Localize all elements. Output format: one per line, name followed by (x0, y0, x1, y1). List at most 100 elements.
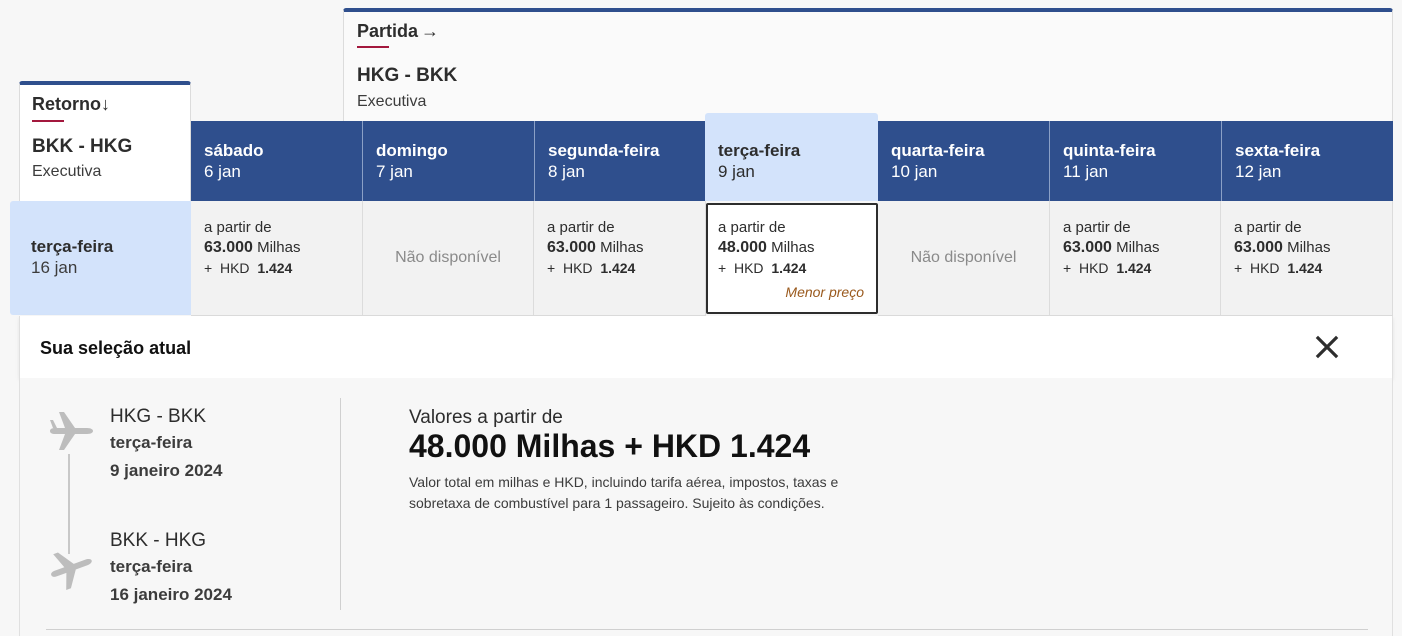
fare-cash-value: 1.424 (771, 260, 807, 276)
outbound-leg-date: 9 janeiro 2024 (110, 461, 223, 480)
date-header-date: 11 jan (1063, 162, 1109, 181)
fare-cash: + HKD 1.424 (1234, 260, 1392, 276)
date-header-thu[interactable]: quinta-feira 11 jan (1049, 121, 1221, 201)
fare-miles-value: 63.000 (1063, 239, 1112, 256)
fare-miles-value: 63.000 (547, 239, 596, 256)
date-header-date: 10 jan (891, 162, 938, 181)
date-header-mon[interactable]: segunda-feira 8 jan (534, 121, 706, 201)
return-leg-day: terça-feira (110, 557, 193, 576)
fare-currency: HKD (1078, 260, 1109, 276)
outbound-panel: Partida → HKG - BKK Executiva (343, 8, 1393, 122)
fare-cash-value: 1.424 (1116, 260, 1152, 276)
fare-miles: 48.000 Milhas (718, 239, 876, 257)
fare-from-label: a partir de (1063, 219, 1131, 236)
fare-plus: + (1234, 260, 1243, 276)
price-from-label: Valores a partir de (409, 407, 563, 428)
fare-cash: + HKD 1.424 (547, 260, 705, 276)
return-cabin: Executiva (32, 163, 102, 180)
date-header-wed[interactable]: quarta-feira 10 jan (878, 121, 1050, 201)
fare-miles-value: 48.000 (718, 239, 767, 256)
return-label: Retorno↓ (32, 94, 110, 115)
date-header-day: sexta-feira (1235, 141, 1321, 160)
current-selection-bar: Sua seleção atual (19, 316, 1393, 378)
fare-cash: + HKD 1.424 (1063, 260, 1220, 276)
row-head-day: terça-feira (31, 237, 114, 256)
current-selection-title: Sua seleção atual (40, 338, 192, 358)
return-label-underline (32, 120, 64, 122)
return-panel: Retorno↓ BKK - HKG Executiva (19, 81, 191, 201)
itinerary-timeline (68, 454, 70, 554)
fare-from-label: a partir de (547, 219, 615, 236)
outbound-route: HKG - BKK (357, 65, 458, 86)
date-header-day: quinta-feira (1063, 141, 1156, 160)
fare-unavailable-label: Não disponível (910, 249, 1017, 266)
fare-cash: + HKD 1.424 (204, 260, 362, 276)
fare-miles-unit: Milhas (771, 239, 815, 256)
fare-currency: HKD (733, 260, 764, 276)
date-header-sun[interactable]: domingo 7 jan (362, 121, 534, 201)
date-header-day: terça-feira (718, 141, 801, 160)
close-icon (1315, 335, 1339, 359)
current-selection-details: HKG - BKK terça-feira 9 janeiro 2024 BKK… (19, 378, 1393, 636)
fare-cash-value: 1.424 (257, 260, 293, 276)
date-header-day: sábado (204, 141, 264, 160)
fare-from-label: a partir de (204, 219, 272, 236)
row-head-date: 16 jan (31, 258, 78, 277)
date-header-date: 9 jan (718, 162, 755, 181)
bottom-divider (46, 629, 1368, 630)
date-header-day: segunda-feira (548, 141, 660, 160)
price-note: Valor total em milhas e HKD, incluindo t… (409, 474, 839, 511)
return-leg-date: 16 janeiro 2024 (110, 585, 232, 604)
date-header-tue-selected[interactable]: terça-feira 9 jan (705, 113, 878, 201)
fare-plus: + (1063, 260, 1072, 276)
outbound-label-text: Partida (357, 21, 419, 41)
outbound-cabin: Executiva (357, 93, 427, 110)
lowest-price-label: Menor preço (785, 284, 864, 300)
fare-cash: + HKD 1.424 (718, 260, 876, 276)
return-date-row-head: terça-feira 16 jan (10, 201, 191, 315)
fare-miles-value: 63.000 (204, 239, 253, 256)
fare-from-label: a partir de (1234, 219, 1302, 236)
date-header-day: domingo (376, 141, 448, 160)
airplane-takeoff-icon (47, 407, 95, 455)
return-label-text: Retorno (32, 94, 101, 114)
fare-cell[interactable]: a partir de 63.000 Milhas + HKD 1.424 (534, 201, 706, 316)
close-button[interactable] (1314, 334, 1340, 360)
price-total: 48.000 Milhas + HKD 1.424 (409, 428, 811, 464)
outbound-leg-day: terça-feira (110, 433, 193, 452)
return-route: BKK - HKG (32, 136, 133, 157)
details-divider (340, 398, 341, 610)
fare-cell[interactable]: a partir de 63.000 Milhas + HKD 1.424 (1050, 201, 1221, 316)
fare-cell[interactable]: a partir de 63.000 Milhas + HKD 1.424 (191, 201, 363, 316)
arrow-right-icon: → (421, 21, 440, 41)
outbound-leg-route: HKG - BKK (110, 406, 207, 427)
date-header-date: 7 jan (376, 162, 413, 181)
airplane-landing-icon (47, 544, 95, 592)
fare-miles-unit: Milhas (257, 239, 301, 256)
fare-currency: HKD (562, 260, 593, 276)
fare-miles: 63.000 Milhas (547, 239, 705, 257)
outbound-label: Partida → (357, 21, 439, 42)
date-header-date: 12 jan (1235, 162, 1282, 181)
fare-plus: + (718, 260, 727, 276)
fare-miles: 63.000 Milhas (1063, 239, 1220, 257)
date-header-sat[interactable]: sábado 6 jan (191, 121, 363, 201)
date-header-date: 8 jan (548, 162, 585, 181)
date-header-fri[interactable]: sexta-feira 12 jan (1221, 121, 1393, 201)
fare-miles-value: 63.000 (1234, 239, 1283, 256)
fare-cell-unavailable: Não disponível (363, 201, 534, 316)
fare-miles: 63.000 Milhas (204, 239, 362, 257)
fare-cell[interactable]: a partir de 63.000 Milhas + HKD 1.424 (1221, 201, 1393, 316)
fare-plus: + (547, 260, 556, 276)
outbound-label-underline (357, 46, 389, 48)
date-header-date: 6 jan (204, 162, 241, 181)
fare-currency: HKD (219, 260, 250, 276)
fare-cell-selected-best[interactable]: a partir de 48.000 Milhas + HKD 1.424 Me… (706, 203, 878, 314)
arrow-down-icon: ↓ (101, 94, 110, 114)
date-header-day: quarta-feira (891, 141, 985, 160)
fare-miles-unit: Milhas (1116, 239, 1160, 256)
fare-from-label: a partir de (718, 219, 786, 236)
fare-cash-value: 1.424 (1287, 260, 1323, 276)
return-leg-route: BKK - HKG (110, 530, 207, 551)
fare-cell-unavailable: Não disponível (878, 201, 1050, 316)
